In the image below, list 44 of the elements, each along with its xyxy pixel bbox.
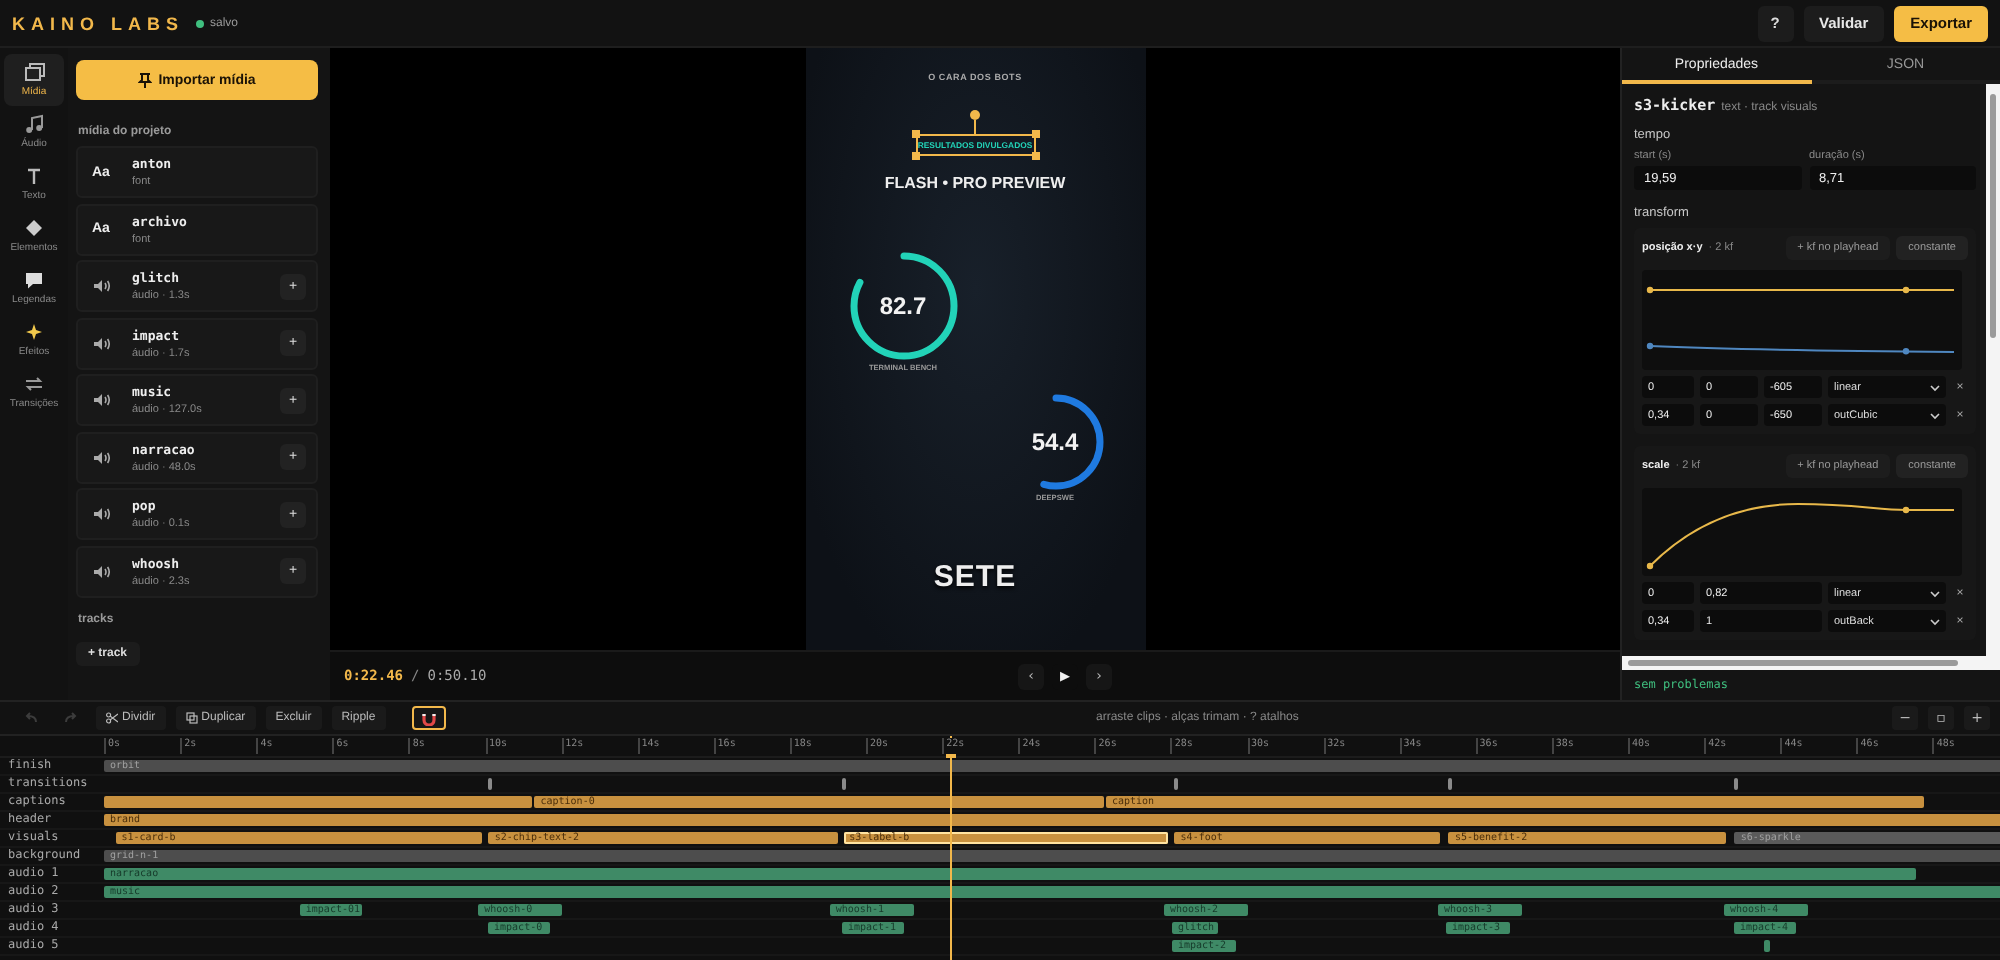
- snap-toggle[interactable]: [411, 706, 446, 730]
- resize-handle[interactable]: [911, 152, 919, 160]
- transition-marker[interactable]: [1173, 778, 1178, 790]
- speaker-icon: [92, 392, 110, 408]
- gauge-value: 82.7: [879, 292, 927, 320]
- diamond-icon: [24, 218, 44, 238]
- sparkle-icon: [24, 322, 44, 342]
- text-icon: [24, 166, 44, 186]
- music-note-icon: [24, 114, 44, 134]
- status-dot: [196, 19, 204, 27]
- chevron-icon: [1930, 383, 1940, 391]
- speaker-icon: [92, 506, 110, 522]
- transition-marker[interactable]: [1447, 778, 1452, 790]
- timeline-clip[interactable]: [1764, 940, 1770, 952]
- resize-handle[interactable]: [911, 130, 919, 138]
- scrollbar[interactable]: [1622, 656, 2000, 670]
- gauge-value: 54.4: [1031, 428, 1079, 456]
- speaker-icon: [92, 335, 110, 351]
- pin-icon: [138, 72, 153, 88]
- images-icon: [23, 62, 45, 82]
- speaker-icon: [92, 278, 110, 294]
- speech-bubble-icon: [24, 270, 44, 290]
- swap-arrows-icon: [24, 374, 44, 394]
- undo-icon: [24, 712, 38, 724]
- transition-marker[interactable]: [488, 778, 493, 790]
- timeline-clip[interactable]: [104, 796, 533, 808]
- speaker-icon: [92, 563, 110, 579]
- copy-icon: [185, 712, 198, 724]
- speaker-icon: [92, 449, 110, 465]
- caption-text: SETE: [931, 560, 1019, 594]
- rotate-handle[interactable]: [969, 110, 979, 120]
- resize-handle[interactable]: [1031, 152, 1039, 160]
- app-logo: KAINO LABS: [12, 13, 184, 33]
- chevron-icon: [1930, 589, 1940, 597]
- scissors-icon: [106, 712, 118, 724]
- resize-handle[interactable]: [1031, 130, 1039, 138]
- chevron-icon: [1930, 617, 1940, 625]
- magnet-icon: [421, 711, 436, 725]
- canvas-title: FLASH • PRO PREVIEW: [882, 174, 1068, 192]
- redo-icon: [64, 712, 78, 724]
- scrollbar[interactable]: [1986, 84, 2000, 656]
- transition-marker[interactable]: [841, 778, 846, 790]
- chevron-icon: [1930, 411, 1940, 419]
- transition-marker[interactable]: [1733, 778, 1738, 790]
